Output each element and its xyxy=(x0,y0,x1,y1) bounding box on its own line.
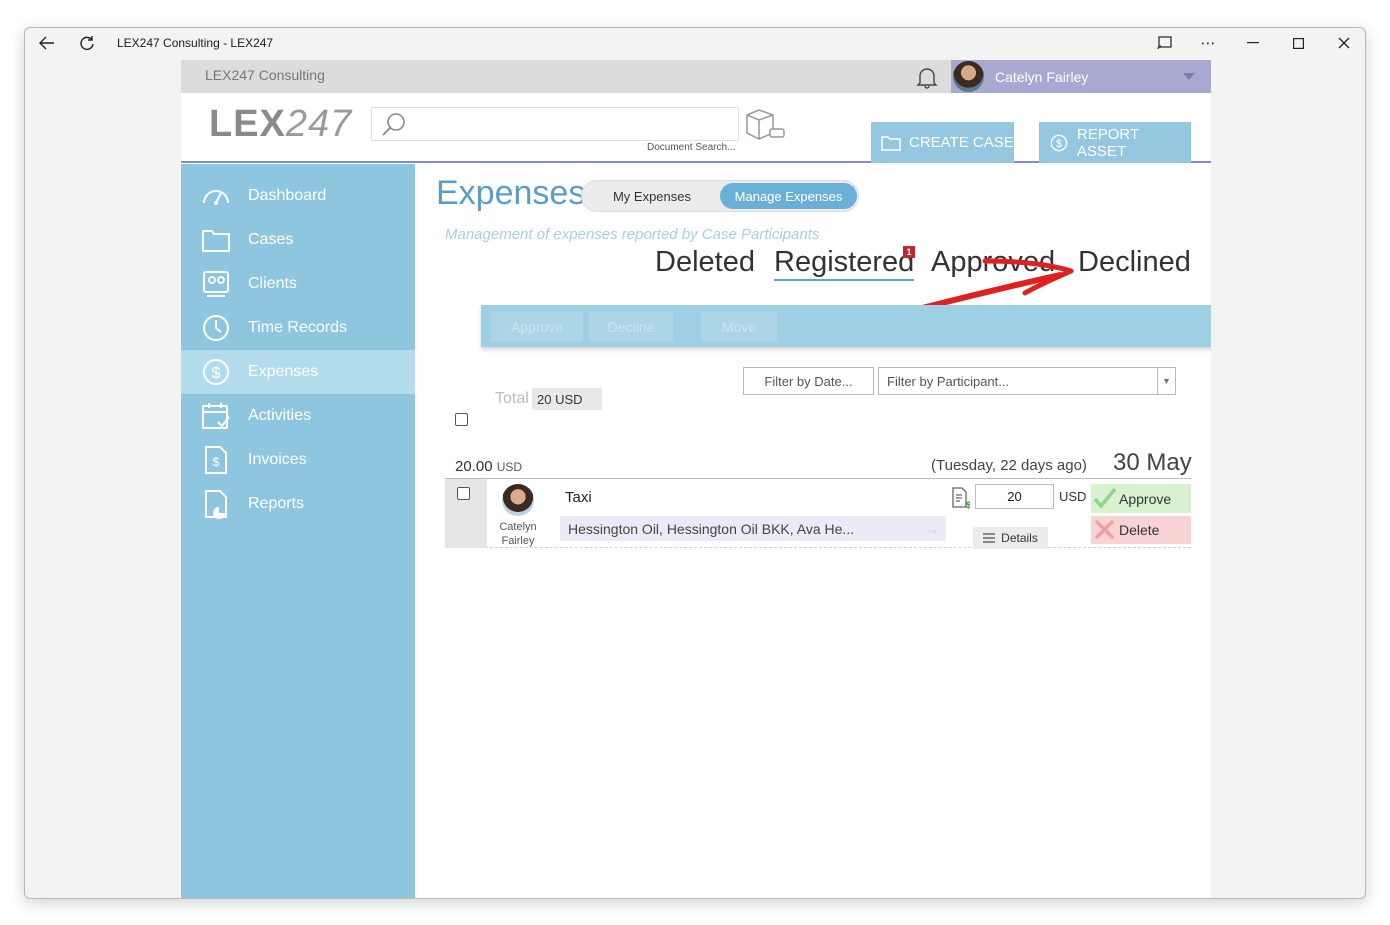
title-bar: LEX247 Consulting - LEX247 ⋯ xyxy=(25,28,1365,58)
filter-by-date[interactable]: Filter by Date... xyxy=(743,367,874,395)
page-title: Expenses xyxy=(436,174,586,212)
folder-icon xyxy=(881,135,901,151)
expense-user-name: Catelyn Fairley xyxy=(499,521,537,547)
group-total: 20.00 USD xyxy=(455,458,523,475)
expense-row[interactable]: Catelyn Fairley Taxi Hessington Oil, Hess… xyxy=(445,479,1191,549)
svg-text:$: $ xyxy=(212,365,221,382)
main-content: Expenses My Expenses Manage Expenses Man… xyxy=(415,164,1211,898)
sidebar-item-expenses[interactable]: $ Expenses xyxy=(181,350,415,394)
report-asset-button[interactable]: $ REPORT ASSET xyxy=(1039,122,1191,163)
maximize-icon[interactable] xyxy=(1286,32,1310,54)
page-subtitle: Management of expenses reported by Case … xyxy=(445,226,820,243)
checkmark-icon xyxy=(1093,487,1117,509)
folder-icon xyxy=(202,230,230,252)
org-name: LEX247 Consulting xyxy=(205,67,325,83)
expense-amount-input[interactable]: 20 xyxy=(975,484,1054,509)
close-icon xyxy=(1094,519,1115,540)
header: LEX247 Document Search... CREATE CASE $ … xyxy=(181,93,1211,163)
bulk-move-button[interactable]: Move xyxy=(701,312,777,342)
svg-text:$: $ xyxy=(1056,138,1062,150)
search-input[interactable] xyxy=(371,107,739,141)
dollar-circle-icon: $ xyxy=(1050,134,1068,151)
select-all-checkbox[interactable] xyxy=(455,413,468,426)
dollar-circle-icon: $ xyxy=(203,359,229,385)
group-date: 30 May xyxy=(1113,449,1192,476)
sidebar-item-cases[interactable]: Cases xyxy=(181,218,415,262)
app-window: LEX247 Consulting - LEX247 ⋯ LEX247 Cons… xyxy=(24,27,1366,899)
sidebar-item-activities[interactable]: Activities xyxy=(181,394,415,438)
details-button[interactable]: Details xyxy=(973,527,1048,549)
clock-icon xyxy=(203,315,229,341)
search-icon xyxy=(380,111,408,139)
chevron-down-icon xyxy=(1183,73,1195,80)
receipt-icon[interactable]: $ xyxy=(950,487,970,509)
sidebar: Dashboard Cases Clients Time Records $ E… xyxy=(181,164,415,898)
my-expenses-toggle[interactable]: My Expenses xyxy=(582,181,722,211)
user-menu[interactable]: Catelyn Fairley xyxy=(951,60,1211,93)
sidebar-item-invoices[interactable]: $ Invoices xyxy=(181,438,415,482)
gauge-icon xyxy=(203,190,229,205)
avatar xyxy=(502,484,534,516)
delete-button[interactable]: Delete xyxy=(1091,516,1191,544)
back-arrow-icon[interactable] xyxy=(35,32,59,54)
minimize-icon[interactable] xyxy=(1241,32,1265,54)
bell-icon[interactable] xyxy=(916,65,938,89)
close-icon[interactable] xyxy=(1332,32,1356,54)
svg-text:$: $ xyxy=(966,500,970,509)
avatar xyxy=(953,61,984,92)
sidebar-item-reports[interactable]: Reports xyxy=(181,482,415,526)
sidebar-item-dashboard[interactable]: Dashboard xyxy=(181,174,415,218)
sidebar-item-time-records[interactable]: Time Records xyxy=(181,306,415,350)
expense-currency: USD xyxy=(1059,489,1087,504)
expenses-view-toggle: My Expenses Manage Expenses xyxy=(581,180,859,212)
tab-deleted[interactable]: Deleted xyxy=(655,246,755,279)
report-chart-icon xyxy=(205,490,227,519)
menu-lines-icon xyxy=(983,533,996,543)
row-checkbox[interactable] xyxy=(457,487,470,500)
create-case-button[interactable]: CREATE CASE xyxy=(871,122,1014,163)
cast-icon[interactable] xyxy=(1153,32,1177,54)
more-options-icon[interactable]: ⋯ xyxy=(1196,32,1220,54)
calendar-check-icon xyxy=(202,403,230,429)
top-strip: LEX247 Consulting Catelyn Fairley xyxy=(181,60,1211,93)
total-value: 20 USD xyxy=(532,388,602,410)
bulk-action-bar: Approve Decline Move xyxy=(481,305,1211,347)
sidebar-item-clients[interactable]: Clients xyxy=(181,262,415,306)
invoice-icon: $ xyxy=(205,446,227,474)
bulk-approve-button[interactable]: Approve xyxy=(491,312,583,342)
clients-icon xyxy=(203,271,229,297)
bulk-decline-button[interactable]: Decline xyxy=(589,312,673,342)
document-box-icon[interactable] xyxy=(743,107,787,143)
refresh-icon[interactable] xyxy=(75,32,99,54)
expense-participants[interactable]: Hessington Oil, Hessington Oil BKK, Ava … xyxy=(560,516,946,541)
svg-text:$: $ xyxy=(213,455,220,469)
chevron-down-icon[interactable]: ▼ xyxy=(1157,368,1175,394)
approve-button[interactable]: Approve xyxy=(1091,484,1191,513)
manage-expenses-toggle[interactable]: Manage Expenses xyxy=(720,183,857,209)
arrow-right-icon[interactable]: → xyxy=(923,519,940,539)
total-label: Total xyxy=(495,390,529,407)
logo[interactable]: LEX247 xyxy=(209,103,352,146)
lex247-app: LEX247 Consulting Catelyn Fairley LEX247… xyxy=(181,60,1211,898)
search-label: Document Search... xyxy=(647,142,736,153)
window-title: LEX247 Consulting - LEX247 xyxy=(117,36,274,50)
expense-title: Taxi xyxy=(565,489,592,506)
group-relative-date: (Tuesday, 22 days ago) xyxy=(931,457,1087,474)
filter-by-participant[interactable]: Filter by Participant... ▼ xyxy=(878,367,1176,395)
user-name: Catelyn Fairley xyxy=(995,69,1089,85)
